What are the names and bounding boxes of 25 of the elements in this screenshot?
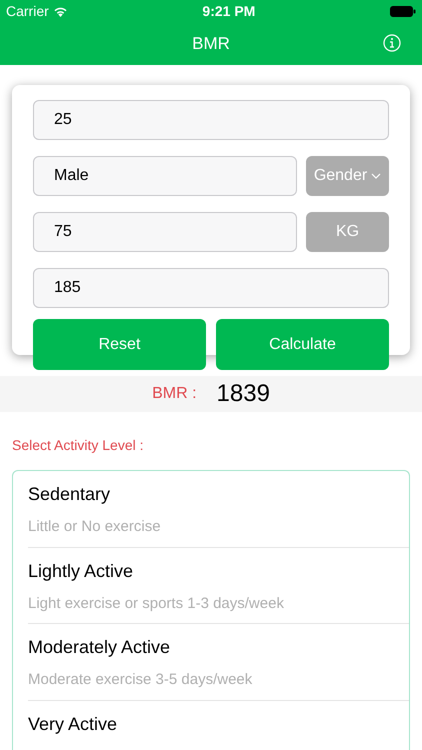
activity-option[interactable]: Lightly Active Light exercise or sports 1-3 days/week [28, 548, 409, 624]
section-heading: Select Activity Level : [12, 437, 144, 453]
result-label: BMR : [152, 384, 197, 404]
option-description: Moderate exercise 3-5 days/week [28, 670, 254, 690]
carrier-label: Carrier [6, 2, 49, 20]
option-title: Very Active [28, 712, 118, 736]
screen-title: BMR [192, 32, 230, 55]
activity-option[interactable]: Very Active [28, 700, 409, 750]
option-description: Little or No exercise [28, 517, 162, 537]
activity-option[interactable]: Sedentary Little or No exercise [28, 471, 409, 548]
input-field[interactable]: 25 [33, 100, 389, 140]
clock-time: 9:21 PM [202, 2, 256, 20]
input-field[interactable]: 75 [33, 212, 297, 252]
input-field[interactable]: Male [33, 156, 297, 196]
option-title: Moderately Active [28, 636, 172, 659]
battery-icon [390, 6, 416, 16]
input-field[interactable]: 185 [33, 268, 389, 308]
activity-option[interactable]: Moderately Active Moderate exercise 3-5 days/week [28, 624, 409, 700]
chevron-down-icon [371, 173, 382, 179]
result-value: 1839 [216, 379, 270, 409]
option-title: Lightly Active [28, 560, 134, 583]
wifi-icon [52, 6, 68, 16]
option-title: Sedentary [28, 483, 112, 506]
info-icon[interactable] [383, 34, 401, 52]
option-description: Light exercise or sports 1-3 days/week [28, 594, 285, 614]
